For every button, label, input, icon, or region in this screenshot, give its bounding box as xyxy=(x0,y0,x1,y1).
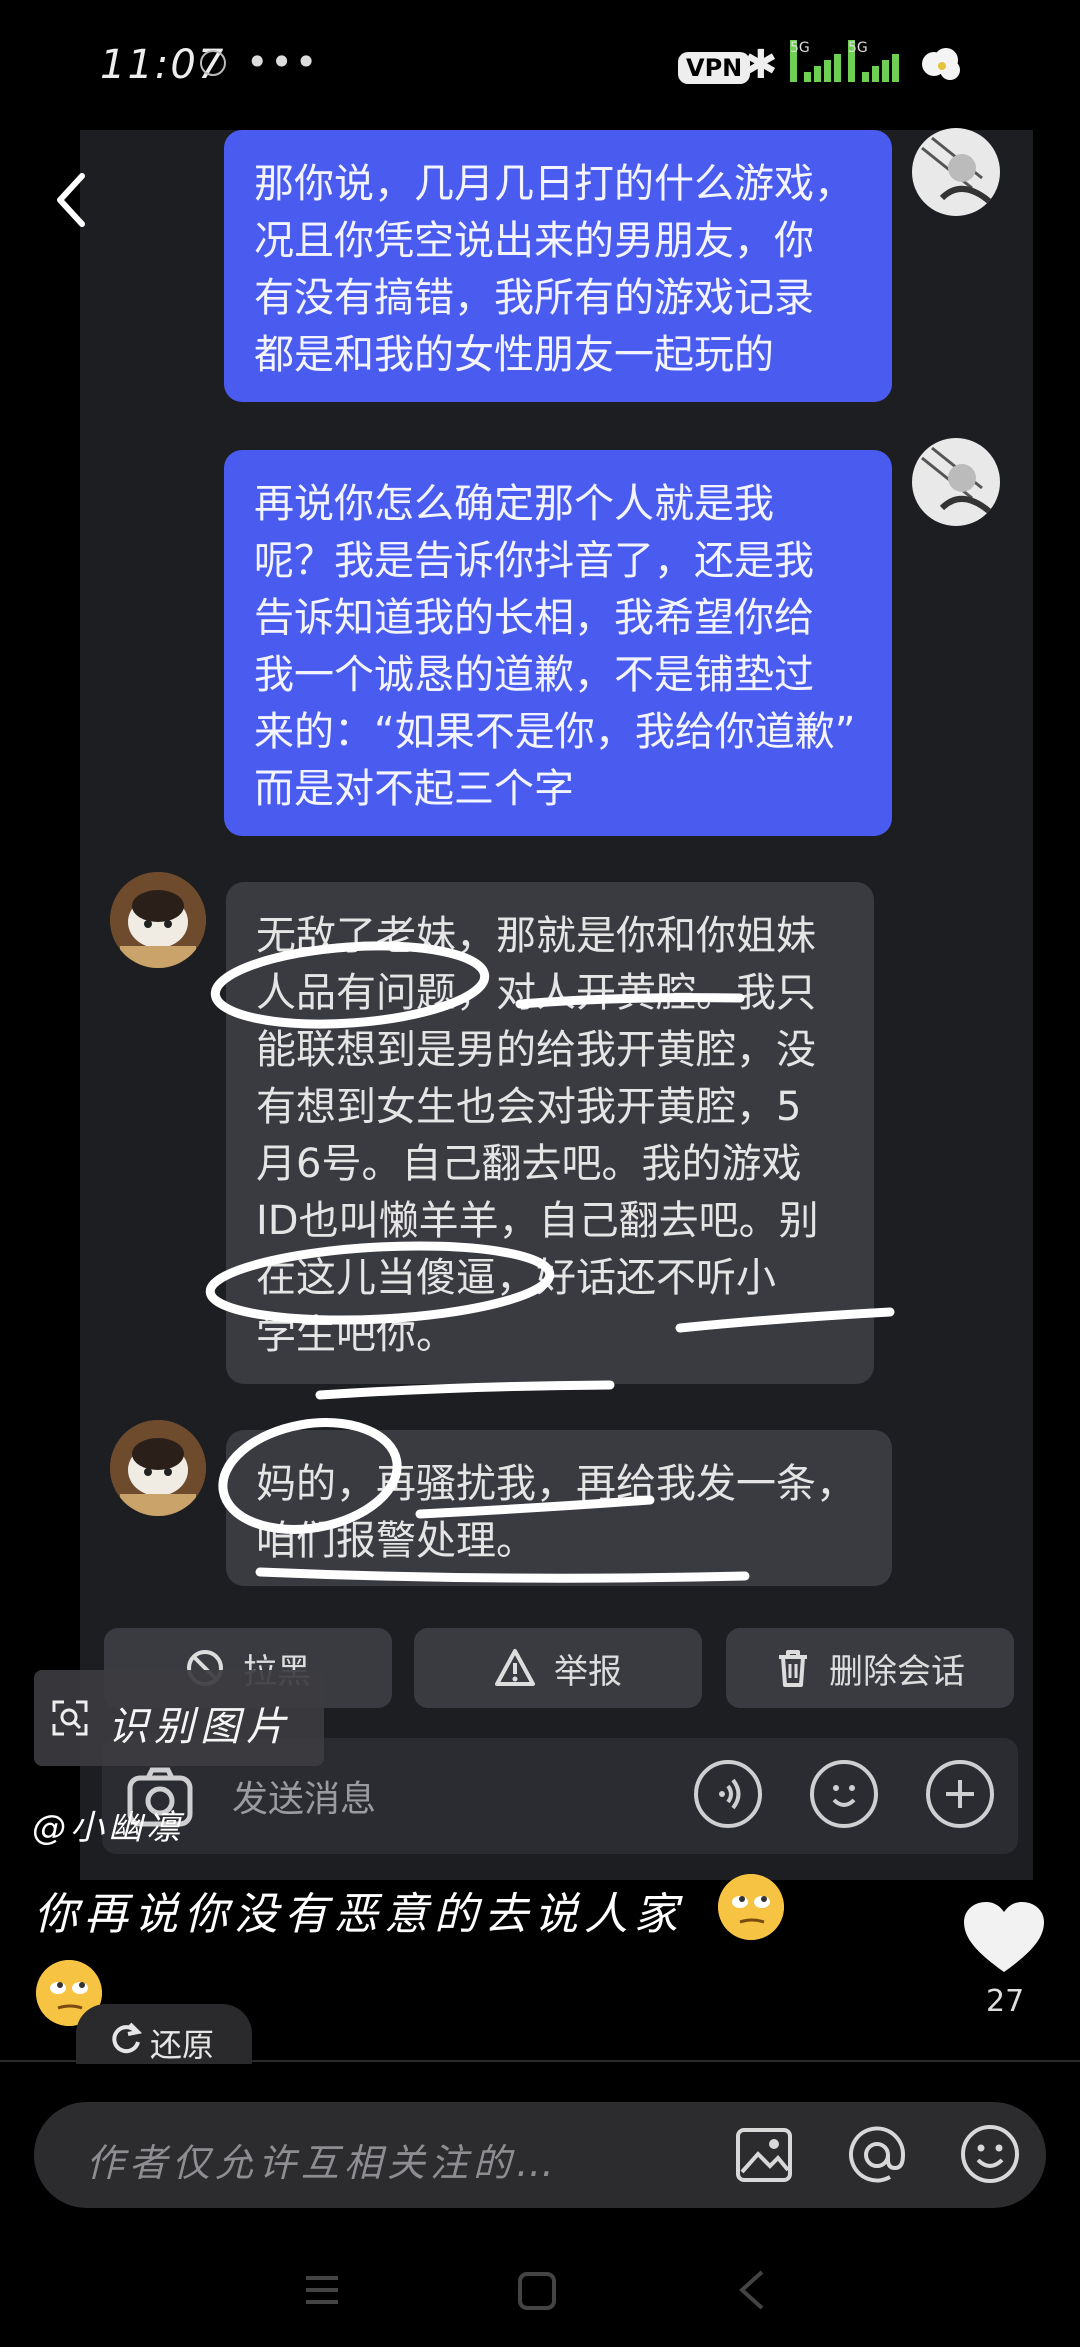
warning-icon xyxy=(495,1649,535,1686)
emoji-icon[interactable] xyxy=(958,2122,1022,2186)
plus-icon xyxy=(946,1780,974,1808)
caption-text: 你再说你没有恶意的去说人家 xyxy=(34,1889,684,1940)
voice-button[interactable] xyxy=(694,1760,762,1828)
restore-icon xyxy=(112,2022,143,2054)
message-input-placeholder[interactable]: 发送消息 xyxy=(232,1770,376,1822)
voice-icon xyxy=(719,1778,741,1810)
divider xyxy=(0,2060,1080,2062)
scan-icon xyxy=(52,1700,88,1736)
image-icon[interactable] xyxy=(734,2126,794,2184)
delete-conversation-label: 删除会话 xyxy=(829,1651,965,1692)
menu-icon[interactable] xyxy=(302,2270,342,2310)
eye-roll-emoji-icon xyxy=(718,1874,784,1940)
heart-icon[interactable] xyxy=(962,1900,1046,1976)
more-button[interactable] xyxy=(926,1760,994,1828)
report-button[interactable]: 举报 xyxy=(414,1628,702,1708)
trash-icon xyxy=(779,1650,807,1687)
home-icon[interactable] xyxy=(516,2270,558,2312)
back-nav-icon[interactable] xyxy=(736,2268,768,2312)
recognize-image-label[interactable]: 识别图片 xyxy=(108,1694,292,1752)
scribble-annotations xyxy=(205,941,895,1583)
comment-input-placeholder[interactable]: 作者仅允许互相关注的… xyxy=(86,2132,559,2187)
report-label: 举报 xyxy=(554,1651,622,1692)
system-navigation-bar xyxy=(0,2240,1080,2347)
like-count: 27 xyxy=(986,1984,1025,2019)
post-caption: 你再说你没有恶意的去说人家 xyxy=(34,1870,684,1960)
author-handle[interactable]: @小幽凛 xyxy=(32,1800,184,1849)
smiley-icon xyxy=(832,1785,856,1807)
emoji-button[interactable] xyxy=(810,1760,878,1828)
delete-conversation-button[interactable]: 删除会话 xyxy=(726,1628,1014,1708)
mention-icon[interactable] xyxy=(846,2124,908,2186)
